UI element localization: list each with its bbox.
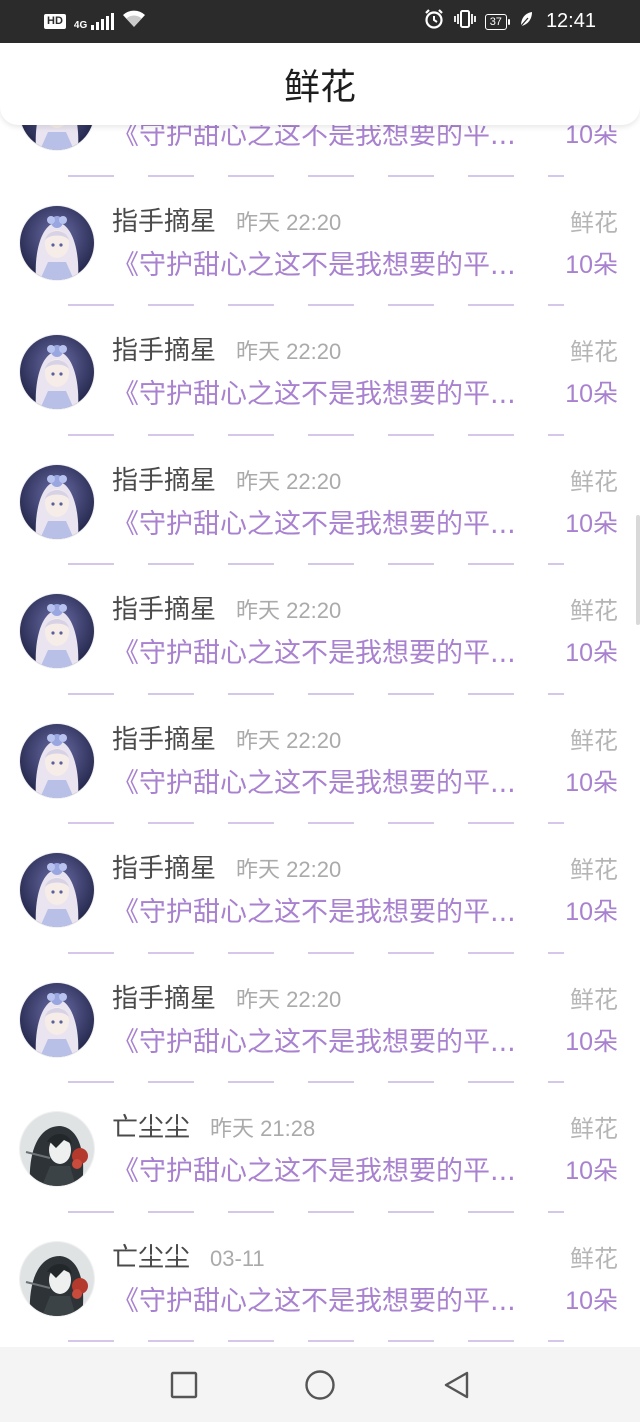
book-title-link[interactable]: 《守护甜心之这不是我想要的平... — [112, 1149, 516, 1188]
book-title-link[interactable]: 《守护甜心之这不是我想要的平... — [112, 761, 516, 800]
avatar[interactable] — [20, 464, 94, 539]
alarm-icon — [423, 8, 445, 35]
flower-count: 10朵 — [565, 125, 618, 149]
sender-name-text: 指手摘星 — [112, 724, 217, 755]
timestamp: 昨天 22:20 — [236, 339, 342, 364]
avatar[interactable] — [20, 125, 94, 150]
sender-name: 指手摘星 昨天 22:20 — [112, 330, 341, 367]
timestamp: 昨天 22:20 — [236, 727, 342, 753]
sender-name: 亡尘尘 昨天 21:28 — [112, 1107, 315, 1144]
flower-count: 10朵 — [565, 250, 618, 279]
flower-count: 10朵 — [565, 768, 618, 797]
timestamp: 昨天 22:20 — [236, 598, 342, 623]
clock: 12:41 — [545, 10, 596, 32]
book-title-link[interactable]: 《守护甜心之这不是我想要的平... — [112, 890, 516, 929]
status-bar: HD 4G 37 12:41 — [0, 0, 640, 43]
back-button[interactable] — [433, 1362, 479, 1408]
flower-list: 指手摘星昨天 22:20鲜花《守护甜心之这不是我想要的平...10朵指手摘星昨天… — [0, 125, 640, 1347]
gift-type-label: 鲜花 — [570, 338, 618, 366]
back-icon — [444, 1371, 469, 1398]
flower-count: 10朵 — [565, 1027, 618, 1056]
avatar[interactable] — [20, 982, 94, 1057]
book-title-link[interactable]: 《守护甜心之这不是我想要的平... — [112, 372, 516, 411]
sender-name-text: 指手摘星 — [112, 854, 217, 884]
avatar[interactable] — [20, 205, 94, 280]
page-title: 鲜花 — [283, 67, 356, 108]
gift-type-label: 鲜花 — [570, 1244, 618, 1273]
network-type: 4G — [73, 20, 88, 31]
timestamp: 昨天 22:20 — [236, 986, 342, 1012]
gift-type-label: 鲜花 — [570, 467, 618, 496]
sender-name: 指手摘星 昨天 22:20 — [112, 848, 341, 885]
gift-type-label: 鲜花 — [570, 856, 618, 884]
recent-apps-button[interactable] — [161, 1362, 207, 1408]
gift-type-label: 鲜花 — [570, 1115, 618, 1143]
navigation-bar — [0, 1347, 640, 1422]
list-item[interactable]: 指手摘星昨天 22:20鲜花《守护甜心之这不是我想要的平...10朵 — [0, 125, 640, 177]
home-button[interactable] — [297, 1362, 343, 1408]
list-item[interactable]: 亡尘尘 昨天 21:28 鲜花《守护甜心之这不是我想要的平... 10朵 — [0, 1083, 640, 1213]
list-item[interactable]: 指手摘星昨天 22:20 鲜花《守护甜心之这不是我想要的平... 10朵 — [0, 953, 640, 1083]
avatar[interactable] — [20, 853, 94, 927]
home-icon — [305, 1369, 335, 1400]
flower-count: 10朵 — [565, 639, 618, 667]
list-item[interactable]: 指手摘星昨天 22:20 鲜花《守护甜心之这不是我想要的平... 10朵 — [0, 694, 640, 824]
gift-type-label: 鲜花 — [570, 985, 618, 1014]
flower-list-viewport[interactable]: 指手摘星昨天 22:20鲜花《守护甜心之这不是我想要的平...10朵指手摘星昨天… — [0, 125, 640, 1347]
sender-name: 指手摘星 昨天 22:20 — [112, 201, 341, 238]
book-title-link[interactable]: 《守护甜心之这不是我想要的平... — [112, 1020, 516, 1059]
avatar[interactable] — [20, 1112, 94, 1186]
sender-name-text: 指手摘星 — [112, 336, 217, 366]
app-header: 鲜花 — [0, 43, 640, 125]
gift-type-label: 鲜花 — [570, 726, 618, 755]
avatar[interactable] — [20, 594, 94, 668]
flower-count: 10朵 — [565, 380, 618, 408]
sender-name: 指手摘星 昨天 22:20 — [112, 719, 341, 756]
gift-type-label: 鲜花 — [570, 597, 618, 625]
leaf-icon — [518, 10, 534, 33]
book-title-link[interactable]: 《守护甜心之这不是我想要的平... — [112, 502, 516, 541]
avatar[interactable] — [20, 335, 94, 409]
sender-name: 亡尘尘 03-11 — [112, 1237, 265, 1274]
list-item[interactable]: 亡尘尘 03-11 鲜花《守护甜心之这不是我想要的平... 10朵 — [0, 1212, 640, 1342]
book-title-link[interactable]: 《守护甜心之这不是我想要的平... — [112, 631, 516, 670]
gift-type-label: 鲜花 — [570, 208, 618, 237]
timestamp: 昨天 22:20 — [236, 468, 342, 494]
flower-count: 10朵 — [565, 898, 618, 926]
sender-name: 指手摘星 昨天 22:20 — [112, 460, 341, 497]
list-item[interactable]: 指手摘星昨天 22:20 鲜花《守护甜心之这不是我想要的平... 10朵 — [0, 306, 640, 436]
avatar[interactable] — [20, 1241, 94, 1316]
sender-name: 指手摘星 昨天 22:20 — [112, 978, 341, 1015]
sender-name-text: 指手摘星 — [112, 206, 217, 237]
list-item[interactable]: 指手摘星昨天 22:20 鲜花《守护甜心之这不是我想要的平... 10朵 — [0, 565, 640, 695]
signal-icon — [91, 12, 115, 30]
flower-count: 10朵 — [565, 1286, 618, 1315]
list-item[interactable]: 指手摘星昨天 22:20 鲜花《守护甜心之这不是我想要的平... 10朵 — [0, 435, 640, 565]
sender-name-text: 亡尘尘 — [112, 1242, 191, 1273]
book-title-link[interactable]: 《守护甜心之这不是我想要的平... — [112, 1279, 516, 1318]
book-title-link[interactable]: 《守护甜心之这不是我想要的平... — [112, 125, 516, 152]
list-item[interactable]: 指手摘星昨天 22:20 鲜花《守护甜心之这不是我想要的平... 10朵 — [0, 176, 640, 306]
timestamp: 昨天 22:20 — [236, 209, 342, 235]
scrollbar[interactable] — [636, 515, 640, 625]
flower-count: 10朵 — [565, 509, 618, 538]
sender-name-text: 指手摘星 — [112, 983, 217, 1014]
vibrate-icon — [453, 9, 477, 34]
timestamp: 昨天 21:28 — [210, 1116, 316, 1141]
avatar[interactable] — [20, 723, 94, 798]
wifi-icon — [122, 10, 146, 33]
flower-count: 10朵 — [565, 1157, 618, 1185]
sender-name-text: 指手摘星 — [112, 465, 217, 496]
timestamp: 昨天 22:20 — [236, 857, 342, 882]
list-item[interactable]: 指手摘星昨天 22:20 鲜花《守护甜心之这不是我想要的平... 10朵 — [0, 824, 640, 954]
recent-apps-icon — [170, 1371, 198, 1398]
book-title-link[interactable]: 《守护甜心之这不是我想要的平... — [112, 243, 516, 282]
sender-name-text: 指手摘星 — [112, 595, 217, 625]
timestamp: 03-11 — [210, 1245, 265, 1271]
battery-icon: 37 — [484, 13, 510, 30]
sender-name-text: 亡尘尘 — [112, 1113, 191, 1143]
hd-badge: HD — [44, 14, 66, 29]
sender-name: 指手摘星 昨天 22:20 — [112, 589, 341, 626]
